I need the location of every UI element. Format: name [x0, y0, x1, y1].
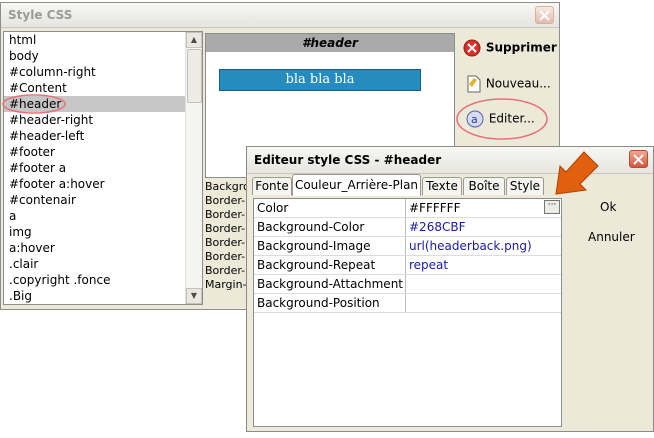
delete-icon	[463, 39, 481, 57]
selector-item[interactable]: .Big	[4, 288, 202, 304]
selector-item[interactable]: #contenair	[4, 192, 202, 208]
close-icon	[539, 10, 550, 21]
close-icon	[633, 154, 644, 165]
selector-scrollbar[interactable]: ▲ ▼	[185, 32, 202, 304]
selector-item[interactable]: #footer a:hover	[4, 176, 202, 192]
property-value[interactable]	[407, 294, 561, 312]
preview-title: #header	[206, 34, 454, 52]
ellipsis-button[interactable]: ···	[544, 200, 560, 214]
editor-title: Editeur style CSS - #header	[254, 153, 442, 167]
property-value[interactable]: url(headerback.png)	[407, 237, 561, 255]
scroll-down-button[interactable]: ▼	[186, 288, 202, 304]
selector-item[interactable]: html	[4, 32, 202, 48]
property-row[interactable]: Background-Attachment	[254, 275, 561, 294]
property-value[interactable]	[407, 275, 561, 293]
property-name: Background-Position	[254, 294, 406, 312]
edit-icon: a	[466, 110, 484, 128]
pointer-arrow-icon	[555, 151, 599, 195]
property-row[interactable]: Color #FFFFFF ···	[254, 199, 561, 218]
selector-items: html body #column-right #Content #header #hea…	[4, 32, 202, 304]
scroll-up-button[interactable]: ▲	[186, 32, 202, 48]
selector-item[interactable]: .clair	[4, 256, 202, 272]
selector-item[interactable]: a:hover	[4, 240, 202, 256]
property-line: Border-	[205, 236, 246, 249]
style-css-titlebar: Style CSS	[1, 3, 559, 28]
new-label: Nouveau...	[485, 76, 551, 91]
svg-text:a: a	[471, 113, 478, 126]
property-value[interactable]: repeat	[407, 256, 561, 274]
property-name: Color	[254, 199, 406, 217]
property-name: Background-Color	[254, 218, 406, 236]
property-row[interactable]: Background-Position	[254, 294, 561, 313]
preview-header-box: bla bla bla	[219, 69, 421, 91]
property-line: Border-	[205, 208, 246, 221]
delete-button[interactable]: Supprimer	[462, 38, 557, 58]
property-row[interactable]: Background-Repeat repeat	[254, 256, 561, 275]
selector-item[interactable]: #footer	[4, 144, 202, 160]
property-name: Background-Image	[254, 237, 406, 255]
property-line: Border-	[205, 222, 246, 235]
tab-fonte[interactable]: Fonte	[252, 177, 292, 195]
selector-item[interactable]: a	[4, 208, 202, 224]
property-value[interactable]: #FFFFFF	[407, 199, 561, 217]
selector-list[interactable]: html body #column-right #Content #header #hea…	[3, 31, 203, 305]
property-lines: Backgro Border- Border- Border- Border- Borde…	[205, 180, 250, 295]
window-title: Style CSS	[8, 8, 73, 22]
edit-button[interactable]: a Editer...	[465, 110, 535, 128]
new-document-icon	[467, 75, 481, 93]
selector-item[interactable]: .copyright .fonce	[4, 272, 202, 288]
selector-item[interactable]: img	[4, 224, 202, 240]
property-line: Backgro	[205, 180, 250, 193]
property-line: Border-	[205, 194, 246, 207]
selector-item[interactable]: body	[4, 48, 202, 64]
editor-close-button[interactable]	[629, 150, 648, 168]
tab-style[interactable]: Style	[506, 177, 544, 195]
property-row[interactable]: Background-Image url(headerback.png)	[254, 237, 561, 256]
close-button[interactable]	[535, 6, 554, 24]
highlight-oval-header	[2, 94, 66, 114]
delete-label: Supprimer	[485, 40, 557, 55]
property-name: Background-Attachment	[254, 275, 406, 293]
property-line: Border-	[205, 250, 246, 263]
property-rows: Color #FFFFFF ··· Background-Color #268CBF Ba…	[254, 199, 561, 313]
property-line: Margin-	[205, 278, 247, 291]
property-row[interactable]: Background-Color #268CBF	[254, 218, 561, 237]
property-value[interactable]: #268CBF	[407, 218, 561, 236]
property-name: Background-Repeat	[254, 256, 406, 274]
property-line: Border-	[205, 264, 246, 277]
tab-couleur-arriere-plan[interactable]: Couleur_Arrière-Plan	[292, 174, 421, 196]
scroll-thumb[interactable]	[187, 49, 202, 103]
selector-item[interactable]: #footer a	[4, 160, 202, 176]
property-grid: Color #FFFFFF ··· Background-Color #268CBF Ba…	[253, 198, 562, 427]
new-button[interactable]: Nouveau...	[466, 74, 551, 94]
selector-item[interactable]: #column-right	[4, 64, 202, 80]
tab-boite[interactable]: Boîte	[463, 177, 505, 195]
tab-texte[interactable]: Texte	[422, 177, 462, 195]
cancel-button[interactable]: Annuler	[588, 230, 635, 244]
edit-label: Editer...	[488, 111, 535, 126]
selector-item[interactable]: #header-left	[4, 128, 202, 144]
ok-button[interactable]: Ok	[600, 200, 616, 214]
